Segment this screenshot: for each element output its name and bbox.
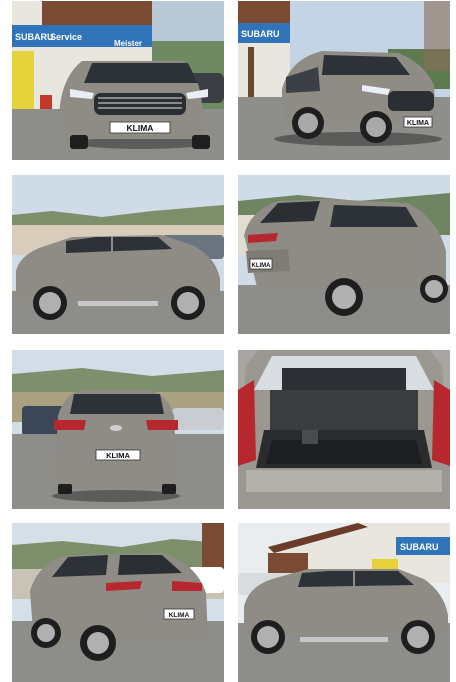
photo-rear-angle[interactable]: KLIMA bbox=[12, 523, 224, 682]
plate-text: KLIMA bbox=[127, 123, 154, 133]
photo-front-three-quarter-image: SUBARU KLIMA bbox=[238, 1, 450, 160]
sign-meister: Meister bbox=[114, 39, 142, 48]
sign-service: Service bbox=[50, 32, 82, 42]
sign-subaru: SUBARU bbox=[15, 32, 54, 42]
photo-rear-image: KLIMA bbox=[12, 350, 224, 509]
photo-side-dealership-image: SUBARU bbox=[238, 523, 450, 682]
photo-rear-three-quarter[interactable]: KLIMA bbox=[238, 175, 450, 334]
sign-subaru: SUBARU bbox=[400, 542, 439, 552]
photo-open-boot[interactable] bbox=[238, 350, 450, 509]
photo-side-image bbox=[12, 175, 224, 334]
photo-front-view[interactable]: SUBARU Service Meister KLIMA bbox=[12, 1, 224, 160]
plate-text: KLIMA bbox=[106, 451, 130, 460]
photo-open-boot-image bbox=[238, 350, 450, 509]
plate-text: KLIMA bbox=[169, 612, 190, 619]
photo-front-three-quarter[interactable]: SUBARU KLIMA bbox=[238, 1, 450, 160]
photo-rear-view[interactable]: KLIMA bbox=[12, 350, 224, 509]
photo-side-view[interactable] bbox=[12, 175, 224, 334]
plate-text: KLIMA bbox=[407, 120, 429, 127]
sign-subaru: SUBARU bbox=[241, 29, 280, 39]
photo-rear-angle-image: KLIMA bbox=[12, 523, 224, 682]
plate-text: KLIMA bbox=[252, 263, 272, 269]
photo-side-dealership[interactable]: SUBARU bbox=[238, 523, 450, 682]
photo-gallery: SUBARU Service Meister KLIMA SUBARU KLIM… bbox=[0, 0, 456, 682]
photo-rear-three-quarter-image: KLIMA bbox=[238, 175, 450, 334]
photo-front-image: SUBARU Service Meister KLIMA bbox=[12, 1, 224, 160]
